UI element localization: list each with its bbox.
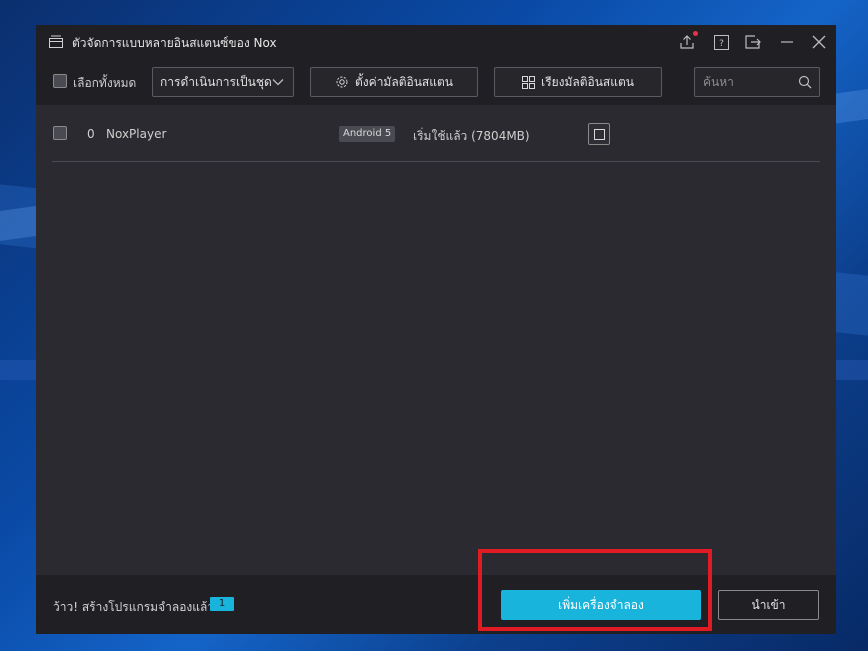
multi-window-icon	[49, 35, 63, 48]
highlight-box	[478, 549, 712, 631]
instance-index: 0	[87, 127, 95, 141]
search-icon[interactable]	[798, 75, 812, 89]
close-icon[interactable]	[810, 33, 828, 51]
svg-text:?: ?	[719, 39, 724, 49]
title-bar: ตัวจัดการแบบหลายอินสแตนซ์ของ Nox ?	[36, 25, 836, 59]
search-box	[694, 67, 820, 97]
import-button[interactable]: นำเข้า	[718, 590, 819, 620]
instance-name: NoxPlayer	[106, 127, 167, 141]
gear-icon	[335, 75, 349, 89]
stop-icon	[593, 128, 605, 140]
chevron-down-icon	[272, 79, 284, 86]
grid-icon	[522, 75, 536, 89]
instance-row[interactable]: 0 NoxPlayer Android 5 เริ่มใช้แล้ว (7804…	[36, 105, 836, 162]
search-input[interactable]	[703, 75, 793, 89]
select-all-label: เลือกทั้งหมด	[73, 76, 137, 90]
export-icon[interactable]	[744, 33, 762, 51]
arrange-button-label: เรียงมัลติอินสแตน	[541, 74, 634, 89]
instance-status: เริ่มใช้แล้ว (7804MB)	[413, 129, 530, 143]
toolbar: เลือกทั้งหมด การดำเนินการเป็นชุด ตั้งค่า…	[36, 59, 836, 105]
instance-checkbox[interactable]	[53, 126, 67, 140]
instance-count-badge: 1	[210, 597, 234, 611]
multi-instance-settings-button[interactable]: ตั้งค่ามัลติอินสแตน	[310, 67, 478, 97]
created-message: ว้าว! สร้างโปรแกรมจำลองแล้ว:	[53, 600, 219, 614]
notification-dot	[693, 31, 698, 36]
window-title: ตัวจัดการแบบหลายอินสแตนซ์ของ Nox	[72, 36, 277, 50]
batch-operation-dropdown[interactable]: การดำเนินการเป็นชุด	[152, 67, 294, 97]
select-all-checkbox[interactable]	[53, 74, 67, 88]
help-icon[interactable]: ?	[712, 33, 730, 51]
minimize-icon[interactable]	[778, 33, 796, 51]
arrange-instances-button[interactable]: เรียงมัลติอินสแตน	[494, 67, 662, 97]
multi-instance-manager-window: ตัวจัดการแบบหลายอินสแตนซ์ของ Nox ? เลือก…	[36, 25, 836, 634]
footer-bar: ว้าว! สร้างโปรแกรมจำลองแล้ว: 1 เพิ่มเครื…	[36, 575, 836, 634]
batch-operation-value: การดำเนินการเป็นชุด	[160, 74, 272, 89]
row-divider	[52, 161, 820, 162]
instance-list: 0 NoxPlayer Android 5 เริ่มใช้แล้ว (7804…	[36, 105, 836, 575]
settings-button-label: ตั้งค่ามัลติอินสแตน	[355, 74, 453, 89]
android-version-badge: Android 5	[339, 126, 396, 142]
instance-stop-button[interactable]	[588, 123, 610, 145]
